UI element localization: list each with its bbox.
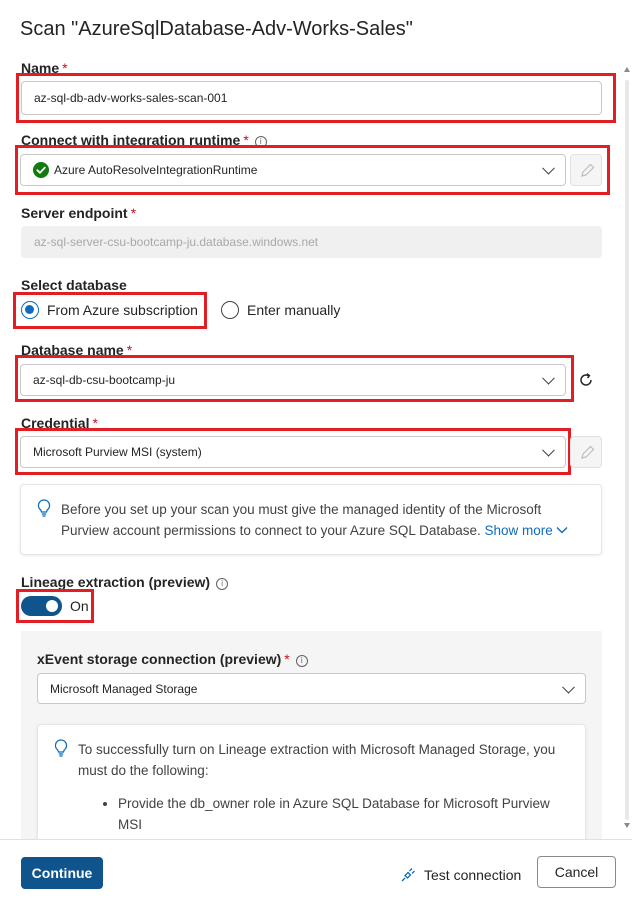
chevron-down-icon [562,680,575,694]
xevent-label: xEvent storage connection (preview) * i [37,651,308,667]
lineage-info-text: To successfully turn on Lineage extracti… [78,742,556,778]
chevron-down-icon [542,371,555,385]
plug-icon [401,868,415,882]
permissions-info-card: Before you set up your scan you must giv… [20,484,602,555]
lightbulb-icon [54,739,68,757]
pencil-icon [581,445,595,459]
lineage-toggle[interactable]: On [21,596,89,616]
xevent-subpanel: xEvent storage connection (preview) * i Mi… [21,631,602,854]
lineage-label: Lineage extraction (preview) i [21,574,229,590]
info-icon[interactable]: i [216,578,229,590]
permissions-info-text: Before you set up your scan you must giv… [61,499,591,541]
chevron-down-icon [542,443,555,457]
chevron-down-icon [542,161,555,175]
radio-enter-manually[interactable]: Enter manually [221,301,340,319]
continue-button[interactable]: Continue [21,857,103,889]
radio-from-subscription[interactable]: From Azure subscription [21,301,198,319]
cancel-button[interactable]: Cancel [537,856,616,888]
name-input[interactable]: az-sql-db-adv-works-sales-scan-001 [21,81,602,115]
footer-bar: Continue Test connection Cancel [0,839,632,910]
scrollbar-track [624,67,630,828]
database-dropdown[interactable]: az-sql-db-csu-bootcamp-ju [20,364,566,396]
pencil-icon [581,163,595,177]
lineage-info-card: To successfully turn on Lineage extracti… [37,724,586,854]
show-more-link[interactable]: Show more [484,523,568,538]
edit-runtime-button[interactable] [570,154,602,186]
success-check-icon [33,162,49,178]
select-database-label: Select database [21,277,127,293]
xevent-storage-dropdown[interactable]: Microsoft Managed Storage [37,673,586,704]
list-item: Provide the db_owner role in Azure SQL D… [118,793,568,835]
server-label: Server endpoint * [21,205,137,221]
radio-unselected-indicator [221,301,239,319]
runtime-dropdown[interactable]: Azure AutoResolveIntegrationRuntime [20,154,566,186]
radio-selected-indicator [21,301,39,319]
panel-title: Scan "AzureSqlDatabase-Adv-Works-Sales" [20,18,413,40]
toggle-switch [21,596,62,616]
lightbulb-icon [37,499,51,517]
lineage-requirements-list: Provide the db_owner role in Azure SQL D… [98,793,568,835]
vertical-scrollbar[interactable] [622,60,632,835]
info-icon[interactable]: i [295,655,308,667]
test-connection-button[interactable]: Test connection [400,867,521,883]
refresh-button[interactable] [576,370,596,390]
server-endpoint-input: az-sql-server-csu-bootcamp-ju.database.w… [21,226,602,258]
credential-dropdown[interactable]: Microsoft Purview MSI (system) [20,436,566,468]
edit-credential-button[interactable] [570,436,602,468]
chevron-down-icon [556,527,568,534]
refresh-icon [580,373,592,386]
